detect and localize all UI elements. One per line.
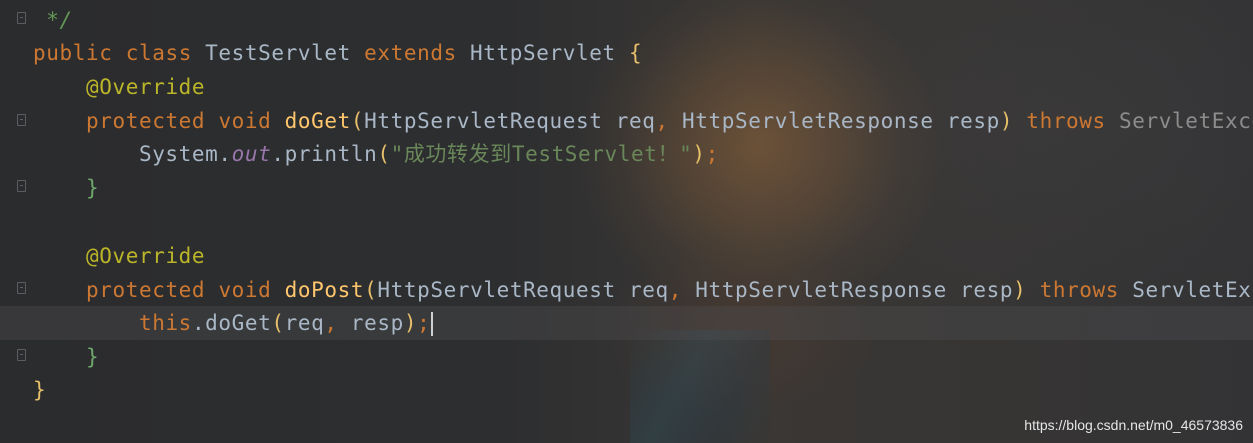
fold-marker-icon[interactable] <box>17 114 26 126</box>
code-token: out <box>231 142 272 166</box>
code-line[interactable]: this.doGet(req, resp); <box>0 306 1253 340</box>
code-token: ; <box>417 311 431 335</box>
fold-marker-icon[interactable] <box>17 349 26 361</box>
code-token: @Override <box>85 75 206 99</box>
code-token: ) <box>403 311 418 335</box>
code-token: HttpServletRequest req <box>377 278 669 302</box>
code-line[interactable]: } <box>33 340 99 374</box>
code-token: { <box>628 41 643 65</box>
code-token: HttpServletResponse resp <box>668 109 1000 133</box>
code-token: ) <box>1013 278 1027 302</box>
code-line[interactable]: } <box>33 373 46 407</box>
code-token: class <box>125 41 192 65</box>
code-token: HttpServlet <box>456 41 629 65</box>
code-token: ServletExce <box>1132 278 1253 302</box>
code-token: .doGet <box>191 311 272 335</box>
code-token: } <box>33 378 47 402</box>
watermark-url: https://blog.csdn.net/m0_46573836 <box>1024 417 1243 433</box>
code-token: doPost <box>284 278 365 302</box>
code-token: resp <box>337 311 404 335</box>
code-token: @Override <box>85 244 206 268</box>
code-token: extends <box>364 41 457 65</box>
code-token: ( <box>364 278 378 302</box>
code-token: ) <box>999 109 1014 133</box>
code-token: void <box>218 109 272 133</box>
code-line[interactable]: System.out.println("成功转发到TestServlet！"); <box>33 137 719 171</box>
code-token: ; <box>705 142 719 166</box>
code-token: HttpServletResponse resp <box>682 278 1014 302</box>
text-caret <box>431 312 434 336</box>
fold-marker-icon[interactable] <box>17 12 26 24</box>
code-token: } <box>85 176 100 200</box>
code-token: protected <box>85 278 206 302</box>
code-token: public <box>33 41 113 65</box>
code-token: req <box>284 311 325 335</box>
code-line[interactable]: protected void doPost(HttpServletRequest… <box>33 273 1253 307</box>
fold-marker-icon[interactable] <box>17 180 26 192</box>
code-token: System. <box>33 142 232 166</box>
code-line[interactable]: public class TestServlet extends HttpSer… <box>33 36 642 70</box>
code-token: void <box>218 278 272 302</box>
code-token: this <box>138 311 192 335</box>
code-token: .println <box>271 142 378 166</box>
fold-marker-icon[interactable] <box>17 282 26 294</box>
code-editor[interactable]: */ public class TestServlet extends HttpS… <box>0 0 1253 443</box>
code-token: ( <box>271 311 285 335</box>
code-token: throws <box>1039 278 1120 302</box>
code-token: protected <box>85 109 206 133</box>
code-token: , <box>668 278 682 302</box>
code-token: ServletExcep <box>1119 109 1253 133</box>
code-line[interactable]: */ <box>33 3 73 37</box>
background-tie-pattern <box>630 330 770 443</box>
code-token: , <box>655 109 669 133</box>
code-token: ( <box>377 142 391 166</box>
code-token: ( <box>350 109 365 133</box>
code-token: HttpServletRequest req <box>364 109 656 133</box>
code-token: "成功转发到TestServlet！" <box>390 142 693 166</box>
code-line[interactable]: } <box>33 171 99 205</box>
editor-gutter <box>0 0 30 443</box>
code-token: doGet <box>284 109 351 133</box>
code-token: */ <box>33 8 73 32</box>
code-token: } <box>85 345 100 369</box>
code-token: ) <box>692 142 706 166</box>
code-token: TestServlet <box>191 41 365 65</box>
code-token: throws <box>1026 109 1106 133</box>
code-line[interactable]: @Override <box>33 239 205 273</box>
code-token: , <box>324 311 338 335</box>
code-line[interactable]: protected void doGet(HttpServletRequest … <box>33 104 1253 138</box>
code-line[interactable]: @Override <box>33 70 205 104</box>
